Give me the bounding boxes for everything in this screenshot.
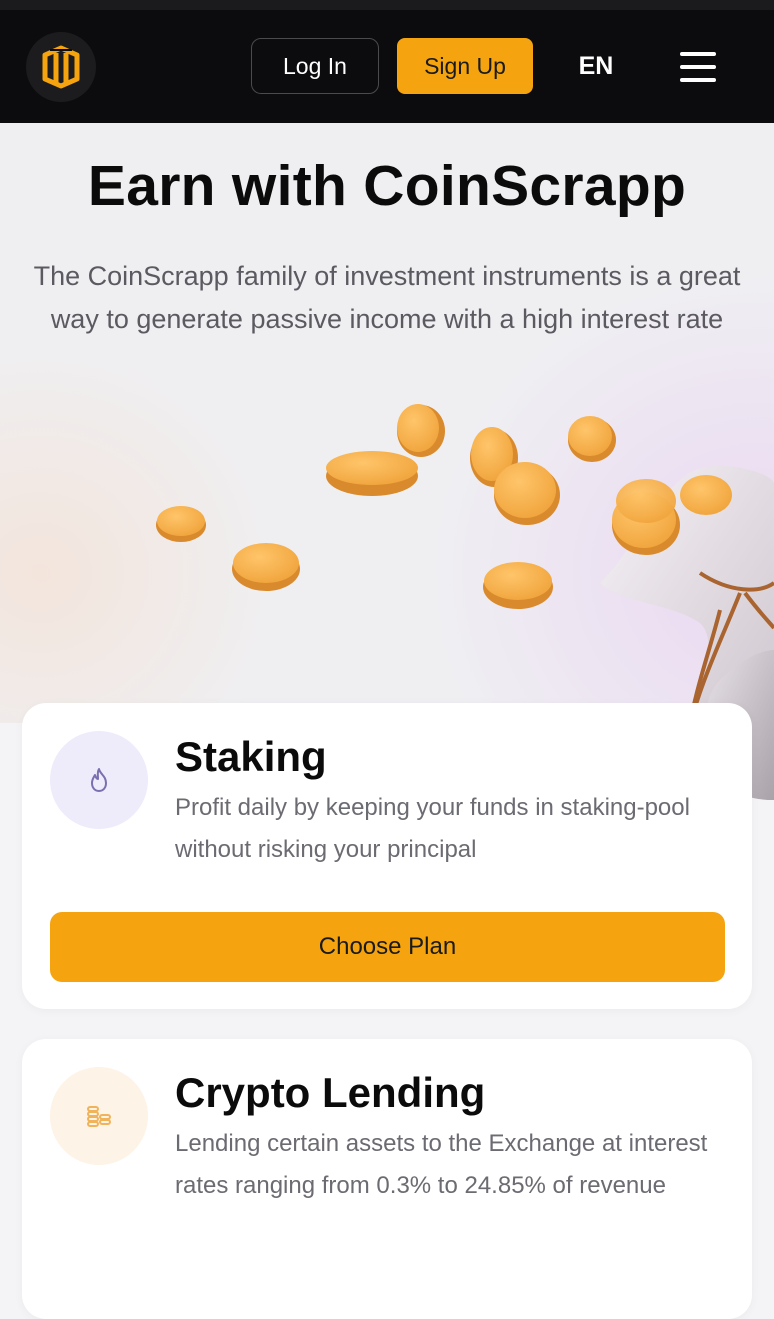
status-strip bbox=[0, 0, 774, 10]
login-button[interactable]: Log In bbox=[251, 38, 379, 94]
staking-title: Staking bbox=[175, 733, 327, 780]
coinscrapp-logo-icon[interactable] bbox=[26, 32, 96, 102]
lending-icon-badge bbox=[50, 1067, 148, 1165]
top-navbar: Log In Sign Up EN bbox=[0, 10, 774, 123]
hamburger-menu-icon[interactable] bbox=[680, 52, 716, 82]
coins-illustration bbox=[156, 404, 774, 723]
staking-card: Staking Profit daily by keeping your fun… bbox=[22, 703, 752, 1009]
staking-icon-badge bbox=[50, 731, 148, 829]
staking-description: Profit daily by keeping your funds in st… bbox=[175, 794, 690, 863]
signup-button[interactable]: Sign Up bbox=[397, 38, 533, 94]
crypto-lending-card: Crypto Lending Lending certain assets to… bbox=[22, 1039, 752, 1319]
flame-icon bbox=[91, 768, 107, 792]
crypto-lending-title: Crypto Lending bbox=[175, 1069, 486, 1116]
crypto-lending-description: Lending certain assets to the Exchange a… bbox=[175, 1130, 708, 1199]
hero-section: Earn with CoinScrapp The CoinScrapp fami… bbox=[0, 123, 774, 723]
choose-plan-button[interactable]: Choose Plan bbox=[50, 912, 725, 982]
coin-stack-icon bbox=[87, 1106, 111, 1127]
language-selector[interactable]: EN bbox=[570, 48, 622, 84]
